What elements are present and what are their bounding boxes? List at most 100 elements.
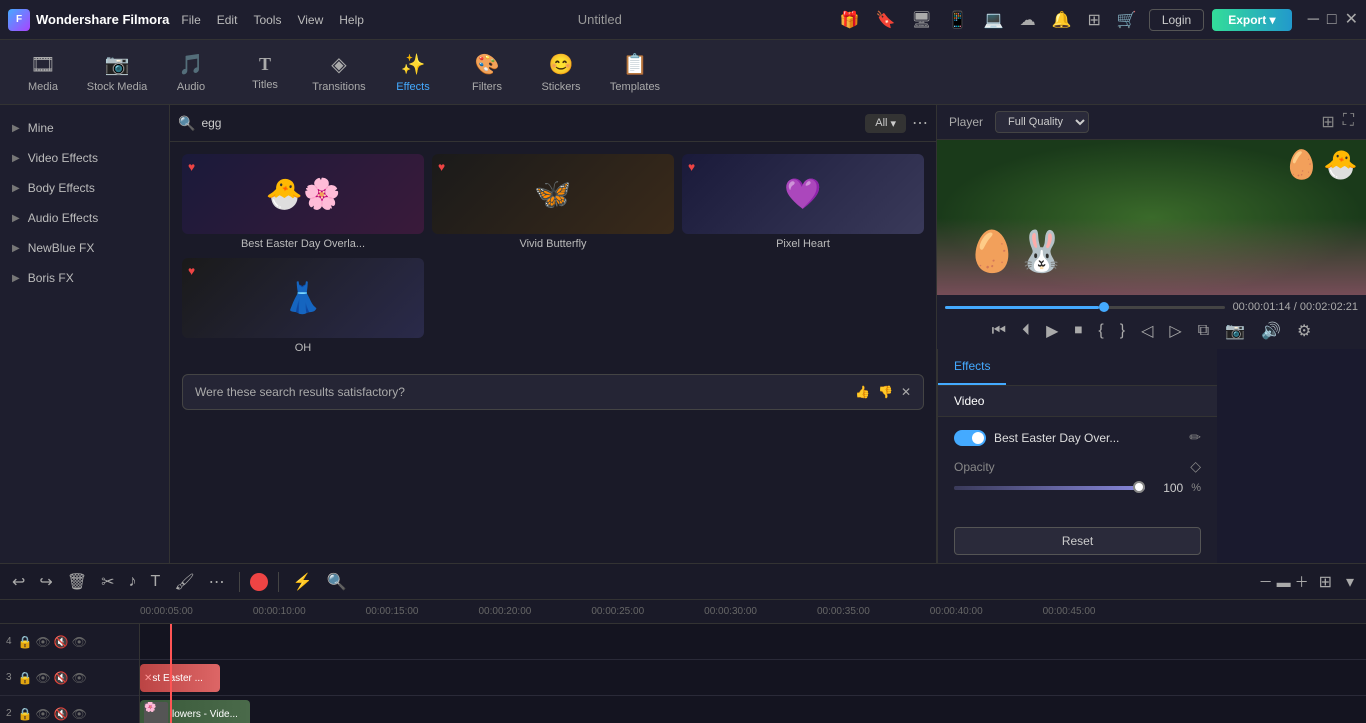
- quality-selector[interactable]: Full Quality: [995, 111, 1089, 133]
- track-eye-icon[interactable]: 👁: [36, 671, 51, 685]
- track-lock-icon[interactable]: 🔒: [18, 635, 33, 649]
- play-button[interactable]: ▶: [1044, 319, 1060, 343]
- audio-button[interactable]: 🔊: [1259, 319, 1283, 343]
- effect-clip[interactable]: ✕ st Easter ...: [140, 664, 220, 692]
- keyframe-icon[interactable]: ◇: [1190, 458, 1201, 475]
- opacity-thumb[interactable]: [1133, 481, 1145, 493]
- bell-icon[interactable]: 🔔: [1048, 8, 1076, 32]
- grid-icon[interactable]: ⊞: [1084, 8, 1105, 32]
- reset-button[interactable]: Reset: [954, 527, 1201, 555]
- track-mute-icon[interactable]: 🔇: [54, 635, 69, 649]
- list-item[interactable]: ♥ 💜 Pixel Heart: [682, 154, 924, 250]
- record-button[interactable]: [250, 573, 268, 591]
- toolbar-filters[interactable]: 🎨 Filters: [452, 43, 522, 101]
- track-mute-icon[interactable]: 🔇: [54, 707, 69, 721]
- snapshot-button[interactable]: 📷: [1223, 319, 1247, 343]
- list-item[interactable]: ♥ 👗 OH: [182, 258, 424, 354]
- toolbar-media[interactable]: 🎞 Media: [8, 43, 78, 101]
- toolbar-stock[interactable]: 📷 Stock Media: [82, 43, 152, 101]
- export-button[interactable]: Export ▾: [1212, 9, 1291, 31]
- login-button[interactable]: Login: [1149, 9, 1204, 31]
- monitor-icon[interactable]: 🖥: [907, 8, 935, 32]
- sidebar-item-boris[interactable]: ▶ Boris FX: [0, 263, 169, 293]
- track-lock-icon[interactable]: 🔒: [18, 671, 33, 685]
- prev-frame-button[interactable]: ◁: [1139, 319, 1155, 343]
- menu-help[interactable]: Help: [339, 13, 364, 27]
- video-clip[interactable]: 🌸 lowers - Vide...: [140, 700, 250, 723]
- toolbar-effects[interactable]: ✨ Effects: [378, 43, 448, 101]
- stop-button[interactable]: ⏹: [1072, 320, 1084, 342]
- thumbs-up-icon[interactable]: 👍: [855, 385, 870, 399]
- playhead[interactable]: [170, 624, 172, 723]
- list-item[interactable]: ♥ 🐣🌸 Best Easter Day Overla...: [182, 154, 424, 250]
- track-solo-icon[interactable]: 👁: [72, 635, 87, 649]
- timeline-cut[interactable]: ✂: [97, 570, 118, 594]
- split-button[interactable]: ⚡: [289, 570, 317, 594]
- cloud-icon[interactable]: ☁: [1016, 8, 1040, 32]
- track-solo-icon[interactable]: 👁: [72, 707, 87, 721]
- toolbar-templates[interactable]: 📋 Templates: [600, 43, 670, 101]
- more-options-button[interactable]: ⋯: [912, 113, 928, 133]
- cart-icon[interactable]: 🛒: [1113, 8, 1141, 32]
- bookmark-icon[interactable]: 🔖: [872, 8, 900, 32]
- timeline-paint[interactable]: 🖌: [170, 570, 198, 594]
- timeline-redo[interactable]: ↪: [35, 570, 56, 594]
- grid-view-icon[interactable]: ⊞: [1321, 112, 1334, 132]
- sidebar-item-newblue[interactable]: ▶ NewBlue FX: [0, 233, 169, 263]
- close-feedback-icon[interactable]: ✕: [901, 385, 911, 399]
- edit-icon[interactable]: ✏: [1189, 429, 1201, 446]
- timeline-more[interactable]: ⋯: [205, 570, 229, 594]
- zoom-in-icon[interactable]: ＋: [1295, 572, 1309, 592]
- mark-in-button[interactable]: {: [1096, 320, 1105, 342]
- close-button[interactable]: ✕: [1345, 12, 1358, 28]
- sidebar-item-mine[interactable]: ▶ Mine: [0, 113, 169, 143]
- menu-file[interactable]: File: [181, 13, 200, 27]
- timeline-grid[interactable]: ⊞: [1315, 570, 1336, 594]
- skip-back-button[interactable]: ⏮: [990, 320, 1008, 342]
- mark-out-button[interactable]: }: [1118, 320, 1127, 342]
- track-eye-icon[interactable]: 👁: [36, 707, 51, 721]
- toggle-switch[interactable]: [954, 430, 986, 446]
- toolbar-audio[interactable]: 🎵 Audio: [156, 43, 226, 101]
- mobile-icon[interactable]: 📱: [944, 8, 972, 32]
- list-item[interactable]: ♥ 🦋 Vivid Butterfly: [432, 154, 674, 250]
- fullscreen-icon[interactable]: ⛶: [1343, 112, 1354, 132]
- zoom-button[interactable]: 🔍: [323, 570, 351, 594]
- opacity-slider[interactable]: [954, 486, 1145, 490]
- track-solo-icon[interactable]: 👁: [72, 671, 87, 685]
- settings-button[interactable]: ⚙: [1295, 319, 1313, 343]
- laptop-icon[interactable]: 💻: [980, 8, 1008, 32]
- tab-effects[interactable]: Effects: [938, 349, 1006, 385]
- menu-view[interactable]: View: [297, 13, 323, 27]
- toolbar-titles[interactable]: T Titles: [230, 43, 300, 101]
- gift-icon[interactable]: 🎁: [836, 8, 864, 32]
- track-lock-icon[interactable]: 🔒: [18, 707, 33, 721]
- sub-tab-video[interactable]: Video: [938, 386, 1217, 417]
- toolbar-stickers[interactable]: 😊 Stickers: [526, 43, 596, 101]
- sidebar-item-body-effects[interactable]: ▶ Body Effects: [0, 173, 169, 203]
- zoom-slider[interactable]: ▬: [1277, 574, 1291, 590]
- next-frame-button[interactable]: ▷: [1167, 319, 1183, 343]
- maximize-button[interactable]: □: [1327, 12, 1337, 28]
- filter-dropdown[interactable]: All ▾: [865, 114, 906, 133]
- search-input[interactable]: [201, 116, 859, 130]
- sidebar-item-video-effects[interactable]: ▶ Video Effects: [0, 143, 169, 173]
- pip-button[interactable]: ⧉: [1196, 320, 1211, 342]
- timeline-grid2[interactable]: ▾: [1342, 570, 1358, 594]
- timeline-audio[interactable]: ♪: [125, 571, 141, 593]
- track-eye-icon[interactable]: 👁: [36, 635, 51, 649]
- timeline-undo[interactable]: ↩: [8, 570, 29, 594]
- menu-edit[interactable]: Edit: [217, 13, 238, 27]
- progress-thumb[interactable]: [1099, 302, 1109, 312]
- step-back-button[interactable]: ⏴: [1020, 320, 1032, 342]
- zoom-out-icon[interactable]: －: [1259, 572, 1273, 592]
- menu-tools[interactable]: Tools: [253, 13, 281, 27]
- toolbar-transitions[interactable]: ◈ Transitions: [304, 43, 374, 101]
- timeline-delete[interactable]: 🗑: [63, 570, 91, 594]
- minimize-button[interactable]: ─: [1308, 12, 1319, 28]
- progress-track[interactable]: [945, 306, 1225, 309]
- track-mute-icon[interactable]: 🔇: [54, 671, 69, 685]
- sidebar-item-audio-effects[interactable]: ▶ Audio Effects: [0, 203, 169, 233]
- timeline-text[interactable]: T: [147, 571, 165, 593]
- thumbs-down-icon[interactable]: 👎: [878, 385, 893, 399]
